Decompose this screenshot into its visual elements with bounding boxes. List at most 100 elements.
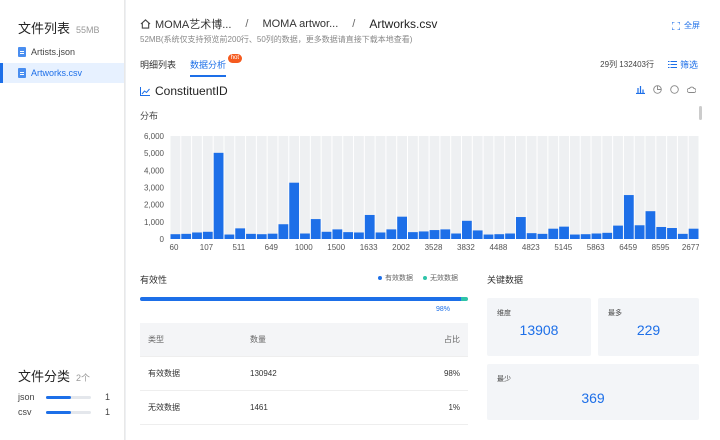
x-tick-label: 5863 [587, 243, 605, 252]
hot-badge: hot [227, 54, 243, 63]
bar [451, 233, 461, 239]
bar [559, 226, 569, 239]
bar-background [688, 136, 699, 239]
bar-background [472, 136, 483, 239]
legend-label: 无效数据 [430, 275, 458, 282]
file-category-count: 2个 [76, 373, 91, 383]
bar [343, 232, 354, 239]
bar-background [278, 136, 289, 239]
bar [526, 233, 537, 239]
filter-label: 筛选 [679, 60, 698, 70]
x-tick-label: 649 [265, 243, 279, 252]
x-tick-label: 60 [170, 243, 179, 252]
category-bar-fill [46, 410, 71, 414]
bar [461, 220, 472, 239]
x-tick-label: 3528 [425, 243, 443, 252]
bar-background [548, 136, 559, 239]
category-name: json [18, 392, 35, 402]
scrollbar-thumb[interactable] [699, 106, 702, 120]
bar [300, 233, 310, 239]
bar [591, 233, 602, 239]
bar-background [569, 136, 580, 239]
card-value: 229 [636, 322, 661, 338]
fullscreen-icon [672, 21, 680, 30]
bar-background [256, 136, 267, 239]
bar-chart-icon[interactable] [636, 85, 645, 94]
main-panel: MOMA艺术博... / MOMA artwor... / Artworks.c… [126, 0, 720, 440]
category-bar [46, 410, 91, 414]
file-item-artists-json[interactable]: Artists.json [0, 42, 124, 62]
bar [483, 234, 494, 239]
breadcrumb-item[interactable]: MOMA artwor... [262, 18, 338, 30]
breadcrumb-separator: / [245, 18, 249, 30]
key-data-card-dimension: 维度 13908 [487, 298, 591, 356]
card-value: 369 [581, 390, 605, 406]
bar-background [202, 136, 213, 239]
legend-item-valid: 有效数据 [378, 273, 413, 283]
bar-background [192, 136, 202, 239]
bar-background [181, 136, 192, 239]
bar [332, 229, 343, 239]
bar-background [559, 136, 569, 239]
breadcrumb-item[interactable]: MOMA艺术博... [155, 16, 231, 32]
key-data-title: 关键数据 [487, 275, 524, 285]
table-header: 数量 [250, 335, 266, 344]
bar-background [526, 136, 537, 239]
table-header: 类型 [148, 335, 164, 344]
bar [418, 231, 429, 239]
file-name: Artists.json [31, 47, 76, 57]
breadcrumb: MOMA艺术博... / MOMA artwor... / Artworks.c… [140, 16, 437, 32]
pie-chart-icon[interactable] [653, 85, 662, 94]
key-data-card-least: 最少 369 [487, 364, 699, 420]
validity-progress-bar [140, 297, 468, 301]
legend-dot [423, 276, 427, 281]
bar-background [591, 136, 602, 239]
bar [354, 232, 364, 239]
file-category-header: 文件分类 2个 [18, 366, 90, 385]
fullscreen-button[interactable]: 全屏 [672, 20, 700, 31]
breadcrumb-current: Artworks.csv [369, 17, 438, 31]
bar [569, 234, 580, 239]
x-tick-label: 107 [200, 243, 214, 252]
bar [386, 229, 397, 239]
tab-data-analysis[interactable]: 数据分析 hot [190, 54, 243, 77]
word-cloud-icon[interactable] [687, 85, 696, 94]
bar [688, 228, 699, 239]
bar [645, 211, 656, 239]
ring-chart-icon[interactable] [670, 85, 679, 94]
table-cell: 有效数据 [148, 369, 180, 378]
bar [440, 229, 451, 239]
x-tick-label: 3832 [457, 243, 475, 252]
x-tick-label: 2002 [392, 243, 410, 252]
bar-background [667, 136, 677, 239]
category-bar-fill [46, 395, 71, 399]
file-item-artworks-csv[interactable]: Artworks.csv [0, 63, 124, 83]
bar-background [170, 136, 181, 239]
distribution-bar-chart: 0 1,000 2,000 3,000 4,000 5,000 6,000 60 107 511 6… [144, 132, 699, 252]
bar-background [386, 136, 397, 239]
validity-table: 类型 数量 占比 有效数据 130942 98% 无效数据 1461 1% [140, 323, 468, 425]
bar [256, 234, 267, 239]
bar [677, 233, 688, 239]
category-count: 1 [105, 407, 111, 417]
category-row-json: json 1 [18, 392, 113, 402]
bar [494, 234, 505, 239]
bar [278, 224, 289, 239]
x-tick-label: 8595 [652, 243, 670, 252]
validity-legend: 有效数据 无效数据 [378, 273, 458, 283]
bar-background [494, 136, 505, 239]
bar-background [613, 136, 623, 239]
filter-button[interactable]: 筛选 [667, 58, 698, 71]
table-row: 有效数据 130942 98% [140, 357, 468, 391]
bar-background [267, 136, 278, 239]
tab-detail-list[interactable]: 明细列表 [140, 58, 176, 77]
bar-background [375, 136, 386, 239]
bar [429, 230, 440, 239]
progress-valid-fill [140, 297, 462, 301]
bar [289, 182, 300, 239]
row-column-count: 29列 132403行 [600, 60, 654, 69]
y-tick-label: 5,000 [144, 149, 165, 158]
bar-background [656, 136, 667, 239]
bar-background [246, 136, 256, 239]
file-list-title: 文件列表 [18, 21, 71, 36]
